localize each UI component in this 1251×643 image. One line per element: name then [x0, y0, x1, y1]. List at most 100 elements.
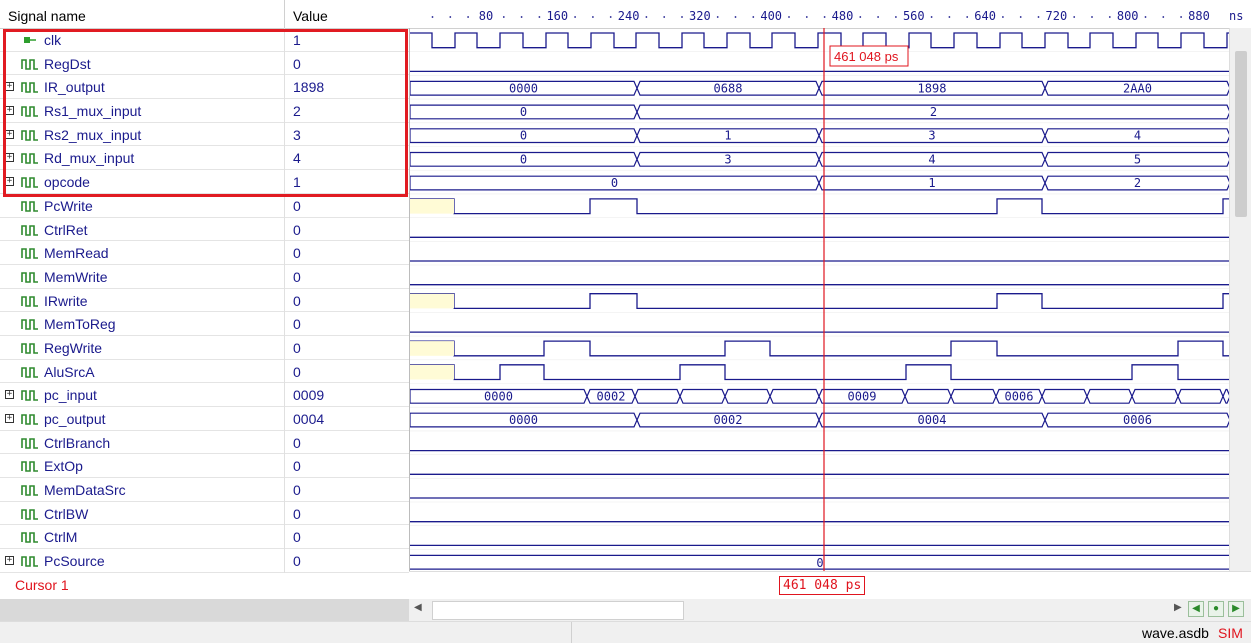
value-row-PcWrite[interactable]: 0	[285, 194, 409, 218]
AluSrcA-waveform[interactable]	[410, 364, 1230, 381]
signal-name: PcSource	[44, 553, 105, 570]
value-row-ExtOp[interactable]: 0	[285, 454, 409, 479]
clk-waveform[interactable]	[410, 32, 1230, 49]
pc_input-segment[interactable]	[904, 388, 952, 404]
ruler-minor-tick	[805, 16, 808, 18]
IR_output-value-label: 2AA0	[1123, 81, 1152, 95]
pc_input-segment[interactable]	[724, 388, 771, 404]
pc_input-segment[interactable]	[1131, 388, 1179, 404]
signal-row-MemDataSrc[interactable]: MemDataSrc	[0, 478, 284, 502]
prev-cursor-icon[interactable]: ◀	[1188, 601, 1204, 617]
value-row-MemRead[interactable]: 0	[285, 241, 409, 265]
signal-row-MemRead[interactable]: MemRead	[0, 241, 284, 265]
pc_output-value-label: 0000	[509, 413, 538, 427]
ruler-tick-label: 720	[1046, 9, 1068, 23]
ruler-tick-label: 880	[1188, 9, 1210, 23]
signal-row-ExtOp[interactable]: ExtOp	[0, 454, 284, 479]
opcode-value-label: 2	[1134, 176, 1141, 190]
value-row-IRwrite[interactable]: 0	[285, 289, 409, 313]
signal-row-PcWrite[interactable]: PcWrite	[0, 194, 284, 218]
signal-wave-icon	[21, 390, 38, 402]
pc_input-segment[interactable]	[634, 388, 681, 404]
pc_input-value-label: 0006	[1005, 389, 1034, 403]
value-header[interactable]: Value	[284, 0, 409, 29]
pc_input-segment[interactable]	[1086, 388, 1133, 404]
signal-row-RegWrite[interactable]: RegWrite	[0, 336, 284, 360]
signal-value: 0	[293, 245, 301, 262]
pc_input-value-label: 0002	[597, 389, 626, 403]
value-row-pc_input[interactable]: 0009	[285, 383, 409, 407]
signal-row-CtrlBW[interactable]: CtrlBW	[0, 502, 284, 526]
Rs2_mux_input-value-label: 1	[724, 129, 731, 143]
time-ruler[interactable]: 80 160 240 320 400 480 560 640 720 800 880 ns	[409, 0, 1251, 29]
signal-row-IRwrite[interactable]: IRwrite	[0, 289, 284, 313]
signal-value: 0	[293, 529, 301, 546]
value-row-CtrlRet[interactable]: 0	[285, 218, 409, 242]
RegWrite-initial-fill	[410, 341, 454, 356]
ruler-minor-tick	[431, 16, 434, 18]
signal-value: 0	[293, 197, 301, 214]
Rd_mux_input-value-label: 5	[1134, 152, 1141, 166]
expand-icon[interactable]: +	[5, 390, 14, 400]
pc_output-value-label: 0002	[714, 413, 743, 427]
signal-row-pc_output[interactable]: + pc_output	[0, 407, 284, 431]
horizontal-scroll-thumb[interactable]	[432, 601, 684, 620]
signal-row-AluSrcA[interactable]: AluSrcA	[0, 360, 284, 384]
Rs2_mux_input-value-label: 0	[520, 129, 527, 143]
signal-wave-icon	[21, 319, 38, 331]
PcWrite-waveform[interactable]	[410, 198, 1230, 215]
value-row-MemWrite[interactable]: 0	[285, 265, 409, 289]
next-cursor-icon[interactable]: ▶	[1228, 601, 1244, 617]
signal-value: 0004	[293, 411, 325, 427]
signal-name-header[interactable]: Signal name	[0, 0, 284, 29]
cursor-time-readout: 461 048 ps	[834, 49, 899, 64]
value-row-MemDataSrc[interactable]: 0	[285, 478, 409, 502]
vertical-scroll-thumb[interactable]	[1235, 51, 1247, 217]
IRwrite-waveform[interactable]	[410, 293, 1230, 310]
horizontal-scrollbar[interactable]: ◀ ▶ ◀ ● ▶	[409, 599, 1251, 621]
value-row-CtrlBW[interactable]: 0	[285, 502, 409, 526]
signal-row-CtrlRet[interactable]: CtrlRet	[0, 218, 284, 242]
signal-row-pc_input[interactable]: + pc_input	[0, 383, 284, 407]
signal-row-MemWrite[interactable]: MemWrite	[0, 265, 284, 289]
value-row-PcSource[interactable]: 0	[285, 549, 409, 573]
signal-wave-icon	[21, 343, 38, 354]
ruler-minor-tick	[752, 16, 755, 18]
scroll-right-icon[interactable]: ▶	[1174, 602, 1182, 613]
ruler-tick-label: 160	[546, 9, 568, 23]
signal-wave-icon	[21, 461, 38, 473]
pc_input-segment[interactable]	[679, 388, 726, 404]
signal-row-PcSource[interactable]: + PcSource	[0, 549, 284, 573]
cursor-time-readout-bottom[interactable]: 461 048 ps	[779, 576, 866, 595]
PcWrite-initial-fill	[410, 198, 454, 214]
RegWrite-waveform[interactable]	[410, 340, 1230, 357]
expand-icon[interactable]: +	[5, 414, 14, 423]
cursor-label[interactable]: Cursor 1	[15, 577, 69, 593]
signal-row-CtrlM[interactable]: CtrlM	[0, 525, 284, 550]
pc_input-segment[interactable]	[769, 388, 820, 404]
signal-name: pc_input	[44, 387, 97, 404]
vertical-scrollbar[interactable]	[1229, 28, 1251, 571]
waveform-area[interactable]: 0000 0688 1898 2AA00 20 1 3 40 3 4 50 1 20000 0002 000…	[409, 28, 1230, 571]
pc_input-segment[interactable]	[950, 388, 997, 404]
center-cursor-icon[interactable]: ●	[1208, 601, 1224, 617]
ruler-minor-tick	[1037, 16, 1040, 18]
scroll-left-icon[interactable]: ◀	[414, 602, 422, 613]
ruler-unit: ns	[1229, 9, 1243, 23]
signal-name: CtrlBranch	[44, 434, 111, 451]
value-row-CtrlM[interactable]: 0	[285, 525, 409, 550]
expand-icon[interactable]: +	[5, 556, 14, 566]
value-row-RegWrite[interactable]: 0	[285, 336, 409, 360]
signal-row-MemToReg[interactable]: MemToReg	[0, 312, 284, 336]
Rd_mux_input-value-label: 3	[724, 152, 731, 166]
pc_input-segment[interactable]	[1041, 388, 1088, 404]
pc_input-segment[interactable]	[1177, 388, 1224, 404]
value-row-pc_output[interactable]: 0004	[285, 407, 409, 431]
value-row-MemToReg[interactable]: 0	[285, 312, 409, 336]
signal-wave-icon	[21, 414, 38, 425]
value-row-AluSrcA[interactable]: 0	[285, 360, 409, 384]
IRwrite-initial-fill	[410, 293, 454, 309]
value-row-CtrlBranch[interactable]: 0	[285, 431, 409, 455]
signal-row-CtrlBranch[interactable]: CtrlBranch	[0, 431, 284, 455]
signal-value: 0	[293, 316, 301, 333]
